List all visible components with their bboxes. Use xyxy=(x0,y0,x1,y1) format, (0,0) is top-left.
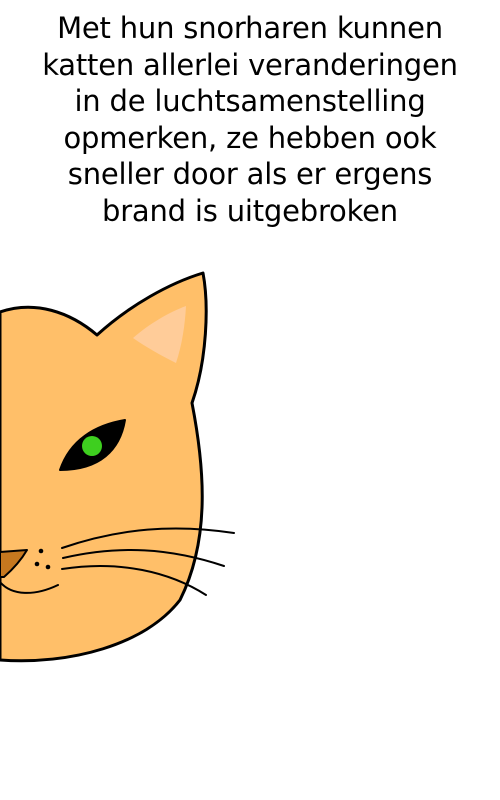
cat-whisker-dot xyxy=(45,564,51,570)
cat-whisker-dot xyxy=(38,548,44,554)
cat-whisker-dot xyxy=(34,561,40,567)
cat-face-icon xyxy=(0,271,235,663)
cat-iris xyxy=(82,436,102,456)
